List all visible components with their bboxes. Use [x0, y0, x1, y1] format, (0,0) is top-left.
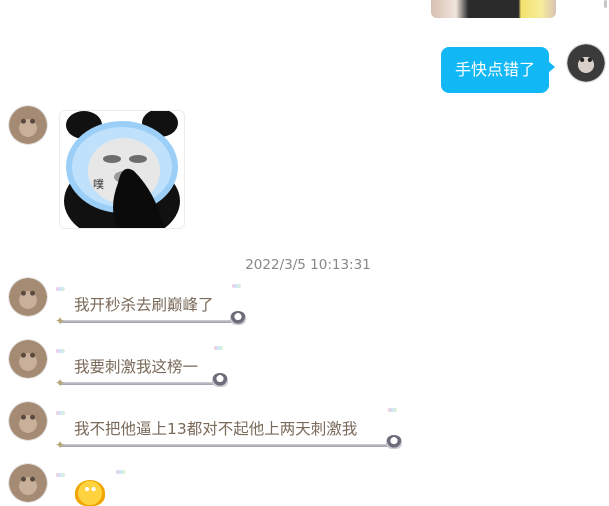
panda-sticker[interactable]: 噗: [59, 110, 185, 229]
bubble-decoration: [56, 287, 65, 291]
outgoing-message-bubble[interactable]: 手快点错了: [441, 47, 556, 93]
star-charm-icon: ✦: [54, 314, 66, 328]
incoming-message-text[interactable]: 我不把他逼上13都对不起他上两天刺激我: [74, 418, 357, 440]
message-timestamp: 2022/3/5 10:13:31: [245, 257, 371, 273]
contact-avatar[interactable]: [9, 464, 47, 502]
bubble-decoration-bar: [60, 444, 392, 447]
bubble-decoration: [388, 408, 397, 412]
emoji-sticker-icon[interactable]: [75, 480, 105, 506]
bubble-decoration-bar: [60, 320, 236, 323]
panda-sticker-image: 噗: [64, 111, 180, 228]
my-avatar[interactable]: [567, 44, 605, 82]
bubble-decoration: [56, 411, 65, 415]
incoming-message-text[interactable]: 我要刺激我这榜一: [74, 356, 198, 378]
sticker-caption: 噗: [93, 178, 104, 191]
star-charm-icon: ✦: [54, 376, 66, 390]
contact-avatar[interactable]: [9, 106, 47, 144]
previous-sticker-image[interactable]: [431, 0, 556, 18]
contact-avatar[interactable]: [9, 278, 47, 316]
bubble-decoration: [116, 470, 125, 474]
bubble-decoration: [56, 349, 65, 353]
contact-avatar[interactable]: [9, 402, 47, 440]
bubble-decoration-bar: [60, 382, 218, 385]
penguin-charm-icon: [212, 373, 228, 387]
penguin-charm-icon: [386, 435, 402, 449]
penguin-charm-icon: [230, 311, 246, 325]
bubble-decoration: [232, 284, 241, 288]
bubble-decoration: [56, 473, 65, 477]
star-charm-icon: ✦: [54, 438, 66, 452]
contact-avatar[interactable]: [9, 340, 47, 378]
scroll-indicator: [604, 0, 607, 8]
outgoing-message-text: 手快点错了: [455, 60, 536, 79]
incoming-message-text[interactable]: 我开秒杀去刷巅峰了: [74, 294, 214, 316]
bubble-decoration: [214, 346, 223, 350]
